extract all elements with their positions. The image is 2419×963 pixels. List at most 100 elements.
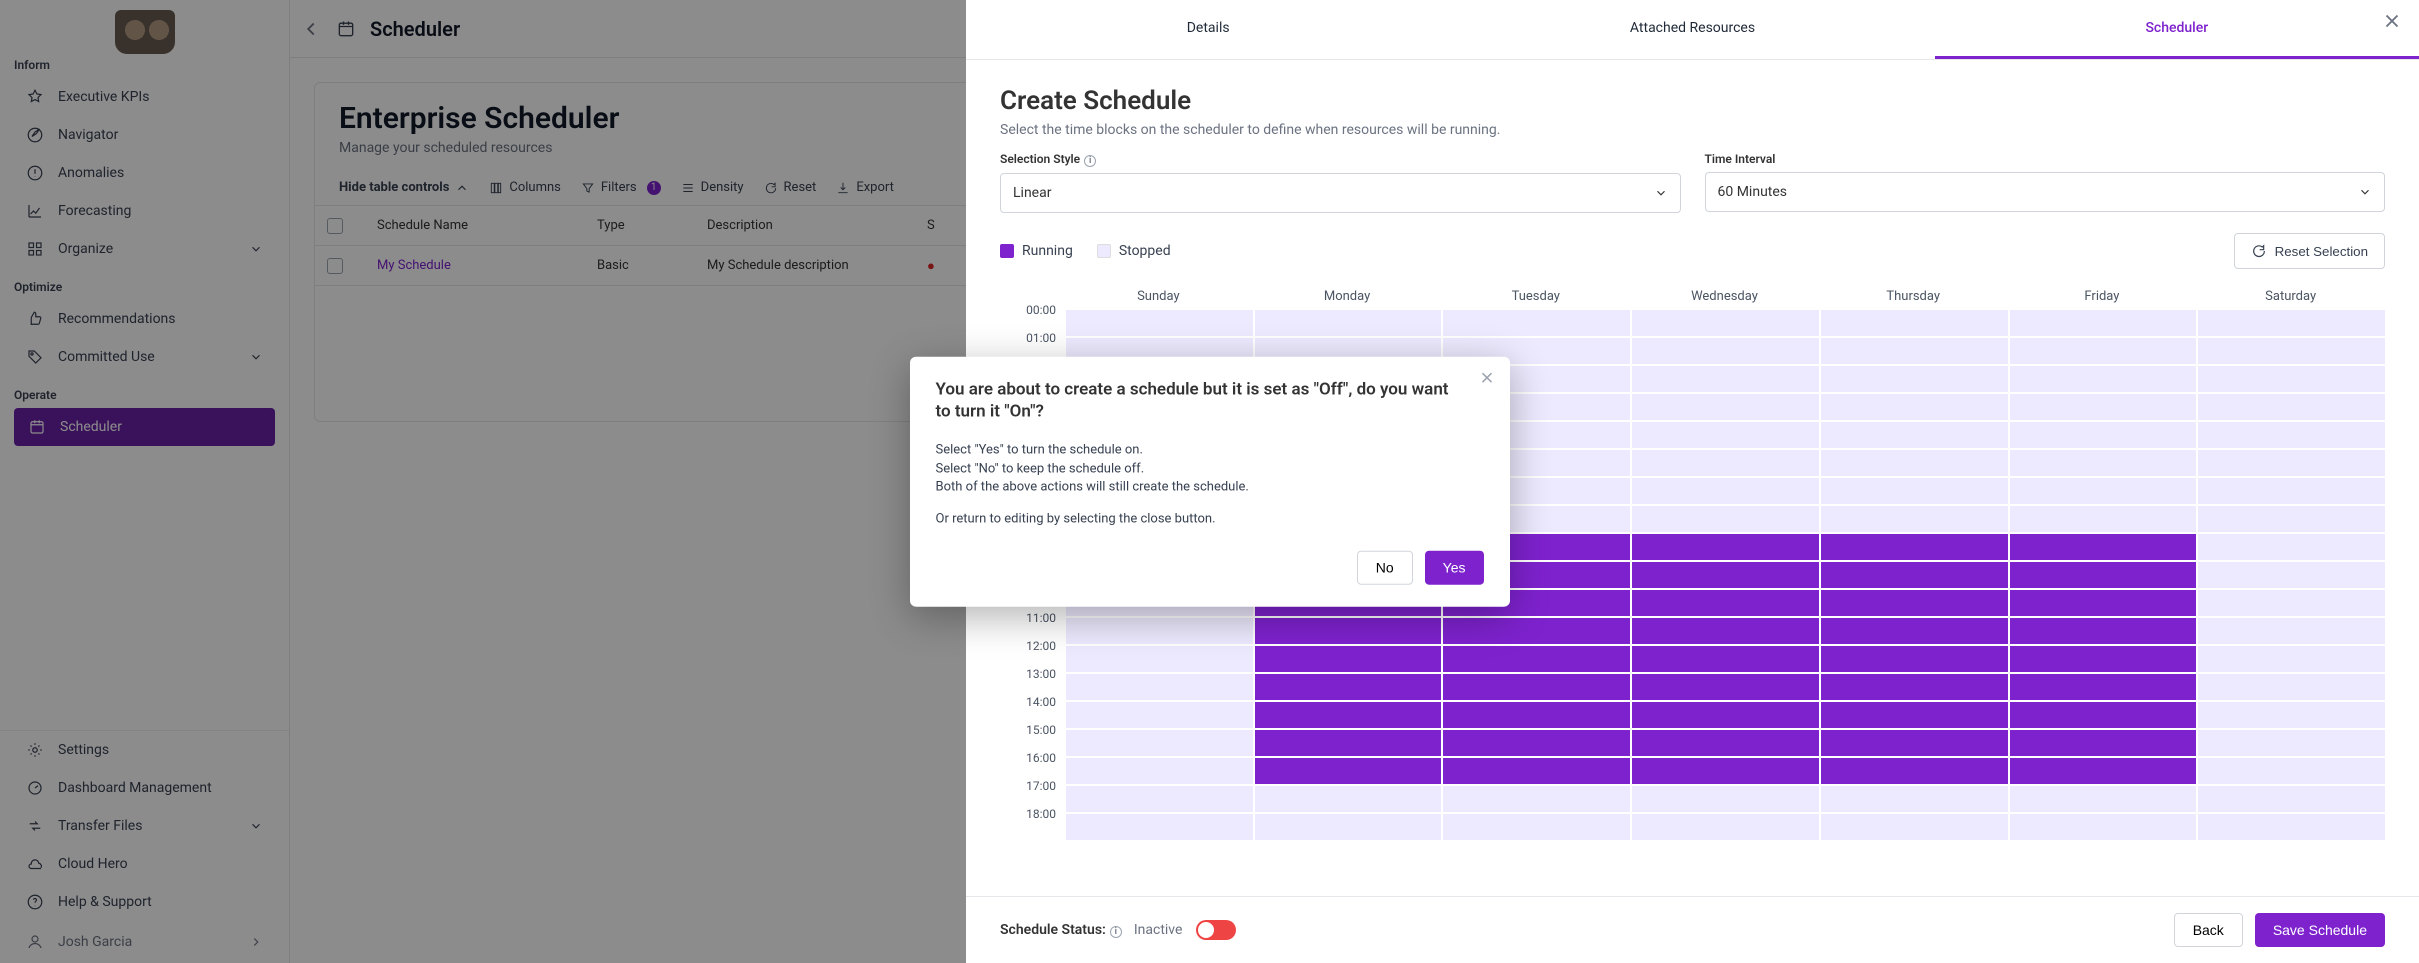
calendar-cell[interactable] [1821,534,2008,560]
calendar-cell[interactable] [1632,366,1819,392]
calendar-cell[interactable] [1255,310,1442,336]
calendar-cell[interactable] [1443,646,1630,672]
calendar-cell[interactable] [1255,674,1442,700]
calendar-cell[interactable] [1821,730,2008,756]
close-icon[interactable] [1478,368,1496,386]
calendar-cell[interactable] [2198,422,2385,448]
calendar-cell[interactable] [2010,786,2197,812]
calendar-cell[interactable] [1821,310,2008,336]
calendar-cell[interactable] [1443,310,1630,336]
calendar-cell[interactable] [2198,506,2385,532]
calendar-cell[interactable] [1066,758,1253,784]
calendar-cell[interactable] [1255,814,1442,840]
calendar-cell[interactable] [2010,646,2197,672]
info-icon[interactable]: i [1110,926,1122,938]
calendar-cell[interactable] [1632,590,1819,616]
calendar-cell[interactable] [1632,758,1819,784]
info-icon[interactable]: i [1084,155,1096,167]
calendar-cell[interactable] [1632,618,1819,644]
calendar-cell[interactable] [1632,702,1819,728]
calendar-cell[interactable] [2198,702,2385,728]
calendar-cell[interactable] [1066,674,1253,700]
calendar-cell[interactable] [1443,674,1630,700]
calendar-cell[interactable] [1443,730,1630,756]
calendar-cell[interactable] [1443,618,1630,644]
calendar-cell[interactable] [2010,674,2197,700]
calendar-cell[interactable] [1821,478,2008,504]
calendar-cell[interactable] [1443,814,1630,840]
calendar-cell[interactable] [1632,674,1819,700]
calendar-cell[interactable] [1821,450,2008,476]
calendar-cell[interactable] [2010,814,2197,840]
calendar-cell[interactable] [1255,702,1442,728]
calendar-cell[interactable] [1821,702,2008,728]
calendar-cell[interactable] [1632,506,1819,532]
calendar-cell[interactable] [1632,478,1819,504]
calendar-cell[interactable] [2010,506,2197,532]
calendar-day-column[interactable] [2008,310,2197,842]
calendar-cell[interactable] [1255,646,1442,672]
calendar-cell[interactable] [1255,786,1442,812]
back-button[interactable]: Back [2174,913,2243,947]
calendar-cell[interactable] [2010,562,2197,588]
calendar-cell[interactable] [1066,618,1253,644]
calendar-cell[interactable] [2198,730,2385,756]
calendar-cell[interactable] [2010,366,2197,392]
calendar-cell[interactable] [1821,422,2008,448]
calendar-cell[interactable] [2198,758,2385,784]
calendar-cell[interactable] [2010,730,2197,756]
calendar-cell[interactable] [1255,730,1442,756]
calendar-cell[interactable] [1821,562,2008,588]
calendar-cell[interactable] [2010,702,2197,728]
calendar-cell[interactable] [1066,814,1253,840]
calendar-cell[interactable] [1821,506,2008,532]
calendar-cell[interactable] [1443,758,1630,784]
calendar-cell[interactable] [2010,310,2197,336]
calendar-day-column[interactable] [2196,310,2385,842]
reset-selection-button[interactable]: Reset Selection [2234,233,2385,269]
calendar-cell[interactable] [1821,814,2008,840]
calendar-cell[interactable] [2198,338,2385,364]
tab-scheduler[interactable]: Scheduler [1935,0,2419,59]
calendar-cell[interactable] [2198,534,2385,560]
calendar-cell[interactable] [1632,814,1819,840]
calendar-cell[interactable] [1821,786,2008,812]
calendar-cell[interactable] [2010,422,2197,448]
calendar-cell[interactable] [2198,562,2385,588]
calendar-cell[interactable] [2198,646,2385,672]
calendar-cell[interactable] [1632,534,1819,560]
yes-button[interactable]: Yes [1425,551,1484,585]
calendar-cell[interactable] [1632,310,1819,336]
no-button[interactable]: No [1357,551,1413,585]
calendar-cell[interactable] [1632,562,1819,588]
calendar-cell[interactable] [1632,394,1819,420]
calendar-cell[interactable] [2010,758,2197,784]
calendar-cell[interactable] [2198,366,2385,392]
calendar-cell[interactable] [2010,450,2197,476]
calendar-cell[interactable] [2198,478,2385,504]
calendar-cell[interactable] [1632,450,1819,476]
calendar-cell[interactable] [1821,674,2008,700]
tab-attached-resources[interactable]: Attached Resources [1450,0,1934,59]
calendar-cell[interactable] [1066,786,1253,812]
calendar-cell[interactable] [2198,310,2385,336]
calendar-cell[interactable] [1632,422,1819,448]
calendar-cell[interactable] [1066,702,1253,728]
calendar-cell[interactable] [2198,786,2385,812]
calendar-cell[interactable] [1821,394,2008,420]
calendar-cell[interactable] [2010,394,2197,420]
calendar-cell[interactable] [1255,618,1442,644]
calendar-cell[interactable] [2010,534,2197,560]
calendar-cell[interactable] [2198,618,2385,644]
calendar-cell[interactable] [1632,646,1819,672]
tab-details[interactable]: Details [966,0,1450,59]
calendar-cell[interactable] [2198,450,2385,476]
calendar-cell[interactable] [1443,702,1630,728]
calendar-cell[interactable] [2198,674,2385,700]
calendar-cell[interactable] [2198,590,2385,616]
calendar-cell[interactable] [1255,758,1442,784]
time-interval-select[interactable]: 60 Minutes [1705,172,2386,212]
calendar-cell[interactable] [1443,786,1630,812]
status-toggle[interactable] [1196,920,1236,940]
calendar-day-column[interactable] [1819,310,2008,842]
